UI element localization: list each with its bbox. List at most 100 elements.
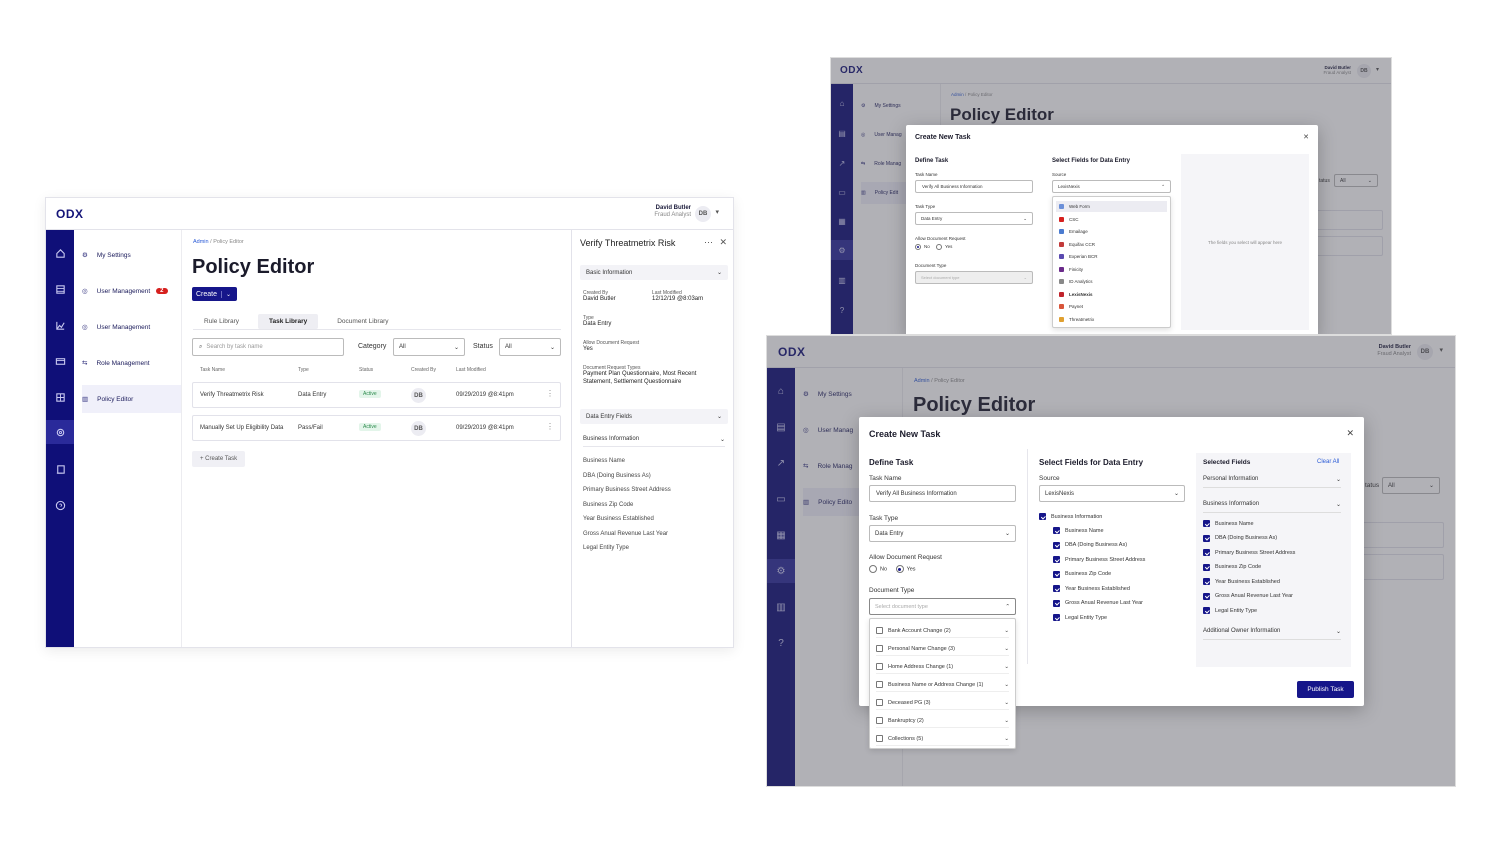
checkbox[interactable] <box>1203 563 1210 571</box>
checkbox[interactable] <box>1053 570 1060 578</box>
doc-type-option[interactable]: Personal Name Change (3) ⌄ <box>876 642 1009 656</box>
table-icon[interactable] <box>46 280 74 298</box>
additional-owner-group[interactable]: Additional Owner Information ⌄ <box>1203 628 1341 640</box>
radio-no[interactable] <box>915 244 921 250</box>
source-select[interactable]: LexisNexis ⌄ <box>1039 485 1185 502</box>
personal-info-group[interactable]: Personal Information ⌄ <box>1203 476 1341 488</box>
section-business-info[interactable]: Business Information ⌄ <box>583 436 725 447</box>
section-data-entry-fields[interactable]: Data Entry Fields ⌄ <box>580 409 728 424</box>
field-checkbox[interactable]: Business Zip Code <box>1053 570 1111 578</box>
close-icon[interactable]: ✕ <box>1346 428 1354 439</box>
tab-document-library[interactable]: Document Library <box>326 314 399 329</box>
create-task-button[interactable]: + Create Task <box>192 451 246 467</box>
checkbox[interactable] <box>1053 556 1060 563</box>
grid-icon[interactable] <box>46 388 74 406</box>
sidebar-item-user-management[interactable]: ◎ User Management <box>82 320 181 334</box>
task-type-select[interactable]: Data Entry ⌄ <box>869 525 1016 542</box>
chevron-down-icon[interactable]: ⌄ <box>1004 664 1009 670</box>
source-option[interactable]: Threatmetrix <box>1056 314 1167 325</box>
field-checkbox[interactable]: Gross Anual Revenue Last Year <box>1053 599 1143 607</box>
radio-no[interactable] <box>869 565 877 573</box>
checkbox[interactable] <box>1203 578 1210 585</box>
checkbox[interactable] <box>1053 527 1060 534</box>
source-option[interactable]: Equifax CCR <box>1056 239 1167 250</box>
checkbox[interactable] <box>1203 592 1210 600</box>
field-checkbox[interactable]: Year Business Established <box>1053 585 1130 592</box>
selected-field[interactable]: DBA (Doing Business As) <box>1203 534 1277 542</box>
selected-field[interactable]: Gross Anual Revenue Last Year <box>1203 592 1293 600</box>
close-icon[interactable]: ✕ <box>719 237 727 248</box>
doc-type-select[interactable]: Select document type ⌃ <box>869 598 1016 615</box>
chevron-down-icon[interactable]: ⌄ <box>1004 682 1009 688</box>
task-name-field[interactable]: Verify All Business Information <box>869 485 1016 502</box>
field-checkbox[interactable]: Primary Business Street Address <box>1053 556 1145 563</box>
chevron-down-icon[interactable]: ⌄ <box>1004 628 1009 634</box>
selected-field[interactable]: Primary Business Street Address <box>1203 549 1295 556</box>
source-select[interactable]: LexisNexis ⌃ <box>1052 180 1171 193</box>
section-basic-info[interactable]: Basic Information ⌄ <box>580 265 728 280</box>
field-checkbox[interactable]: DBA (Doing Business As) <box>1053 541 1127 549</box>
selected-field[interactable]: Business Zip Code <box>1203 563 1261 571</box>
card-icon[interactable] <box>46 352 74 370</box>
checkbox[interactable] <box>876 717 883 724</box>
selected-field[interactable]: Legal Entity Type <box>1203 607 1257 614</box>
source-option[interactable]: CSC <box>1056 214 1167 225</box>
checkbox[interactable] <box>876 663 883 670</box>
checkbox[interactable] <box>1053 599 1060 607</box>
checkbox[interactable] <box>876 699 883 706</box>
source-option[interactable]: ID Analytics <box>1056 276 1167 287</box>
chevron-down-icon[interactable]: ⌄ <box>1004 700 1009 706</box>
chevron-down-icon[interactable]: ⌄ <box>1004 736 1009 742</box>
task-name-field[interactable]: Verify All Business Information <box>915 180 1033 193</box>
sidebar-item-user-management-alerts[interactable]: ◎ User Management 2 <box>82 284 181 298</box>
settings-icon[interactable] <box>46 420 74 444</box>
checkbox[interactable] <box>1203 607 1210 614</box>
doc-type-option[interactable]: Business Name or Address Change (1) ⌄ <box>876 678 1009 692</box>
tab-rule-library[interactable]: Rule Library <box>193 314 250 329</box>
checkbox[interactable] <box>1053 541 1060 549</box>
checkbox[interactable] <box>1053 585 1060 592</box>
chevron-down-icon[interactable]: ⌄ <box>1004 646 1009 652</box>
doc-type-option[interactable]: Home Address Change (1) ⌄ <box>876 660 1009 674</box>
selected-field[interactable]: Year Business Established <box>1203 578 1280 585</box>
sidebar-item-policy-editor[interactable]: ▥ Policy Editor <box>82 385 181 413</box>
chevron-down-icon[interactable]: ⌄ <box>1004 718 1009 724</box>
checkbox[interactable] <box>876 645 883 652</box>
more-icon[interactable]: ⋮ <box>546 422 554 431</box>
close-icon[interactable]: ✕ <box>1303 133 1309 141</box>
search-input[interactable]: ⌕ Search by task name <box>192 338 344 356</box>
doc-type-select[interactable]: Select document type ⌄ <box>915 271 1033 284</box>
more-icon[interactable]: ⋮ <box>546 389 554 398</box>
doc-type-option[interactable]: Bankruptcy (2) ⌄ <box>876 714 1009 728</box>
field-checkbox[interactable]: Legal Entity Type <box>1053 614 1107 621</box>
tab-task-library[interactable]: Task Library <box>258 314 319 329</box>
business-info-group[interactable]: Business Information ⌄ <box>1203 501 1341 513</box>
task-type-select[interactable]: Data Entry ⌄ <box>915 212 1033 225</box>
clear-all-link[interactable]: Clear All <box>1317 459 1339 465</box>
checkbox[interactable] <box>1039 513 1046 520</box>
selected-field[interactable]: Business Name <box>1203 520 1254 527</box>
home-icon[interactable] <box>46 244 74 262</box>
source-option[interactable]: LexisNexis <box>1056 289 1167 300</box>
doc-type-option[interactable]: Bank Account Change (2) ⌄ <box>876 624 1009 638</box>
breadcrumb-root[interactable]: Admin <box>193 239 209 245</box>
source-option[interactable]: Paynet <box>1056 301 1167 312</box>
radio-yes[interactable] <box>895 565 904 573</box>
radio-yes[interactable] <box>936 244 943 250</box>
source-option[interactable]: Finicity <box>1056 264 1167 275</box>
checkbox[interactable] <box>876 735 883 742</box>
category-select[interactable]: All ⌄ <box>393 338 465 356</box>
odx-logo[interactable]: ODX <box>56 207 84 221</box>
chevron-down-icon[interactable]: ▾ <box>715 208 719 216</box>
checkbox[interactable] <box>1203 549 1210 556</box>
policy-icon[interactable] <box>46 460 74 478</box>
more-icon[interactable]: ⋯ <box>704 237 713 248</box>
sidebar-item-role-management[interactable]: ⇆ Role Management <box>82 356 181 370</box>
chevron-down-icon[interactable]: ⌄ <box>221 290 235 298</box>
sidebar-item-my-settings[interactable]: ⚙ My Settings <box>82 248 181 262</box>
source-option[interactable]: Experian BCR <box>1056 251 1167 262</box>
status-select[interactable]: All ⌄ <box>499 338 561 356</box>
checkbox[interactable] <box>1053 614 1060 621</box>
create-button[interactable]: Create ⌄ <box>192 287 237 301</box>
doc-type-option[interactable]: Collections (5) ⌄ <box>876 732 1009 746</box>
